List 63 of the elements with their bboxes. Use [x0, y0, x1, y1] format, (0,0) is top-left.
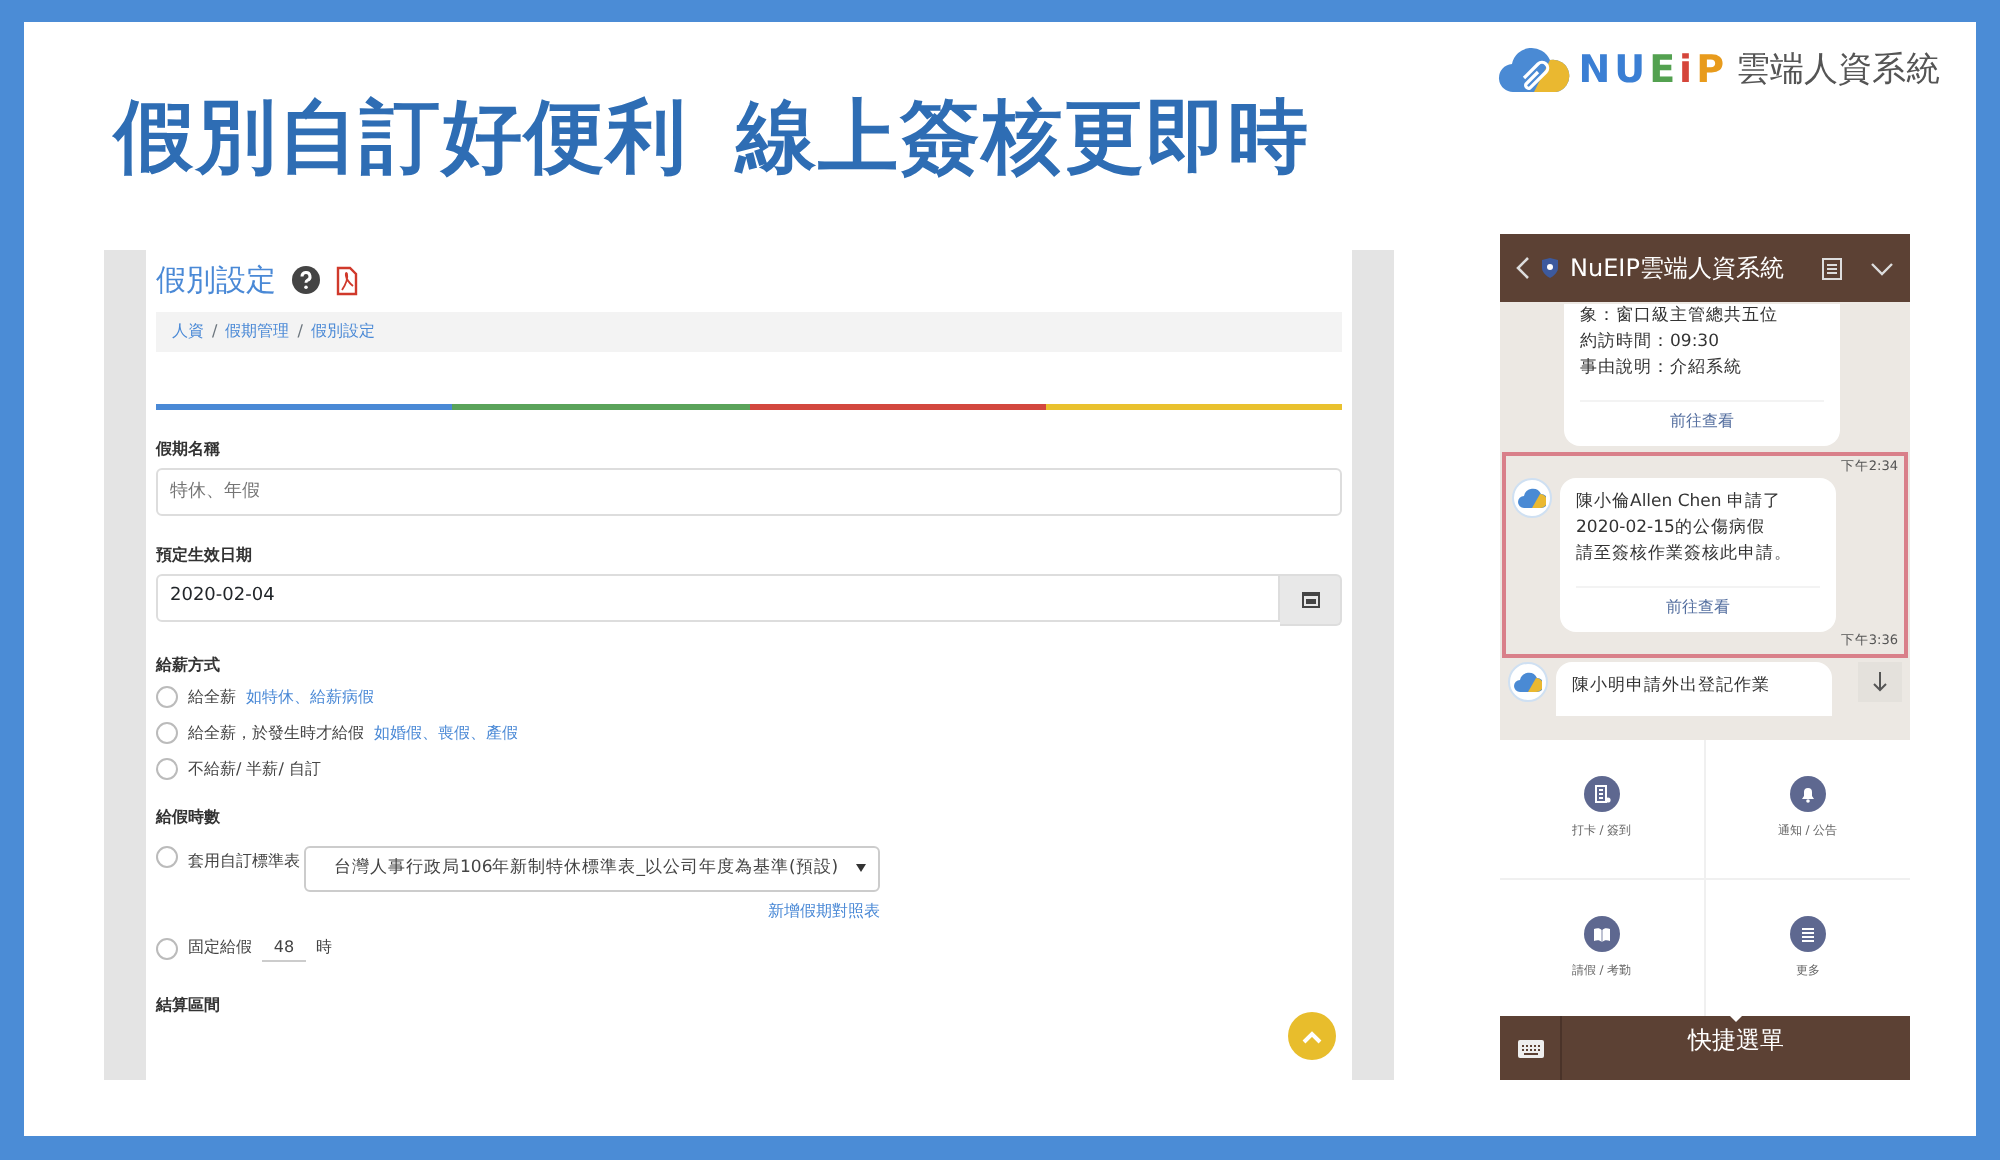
hint-link[interactable]: 如特休、給薪病假: [246, 685, 374, 709]
chevron-down-icon[interactable]: [1870, 261, 1894, 275]
caret-icon: [856, 864, 866, 872]
menu-title[interactable]: 快捷選單: [1688, 1022, 1784, 1058]
option-label: 不給薪/ 半薪/ 自訂: [188, 757, 321, 781]
field-label: 預定生效日期: [156, 543, 254, 567]
message-line: 陳小明申請外出登記作業: [1572, 674, 1772, 700]
radio-button[interactable]: [156, 686, 178, 708]
message-line: 請至簽核作業簽核此申請。: [1576, 541, 1794, 567]
keyboard-icon[interactable]: [1517, 1039, 1543, 1057]
view-link[interactable]: 前往查看: [1576, 586, 1820, 629]
message-line: 事由說明：介紹系統: [1580, 355, 1744, 381]
chat-title: NuEIP雲端人資系統: [1570, 252, 1786, 286]
field-label: 結算區間: [156, 993, 222, 1017]
add-table-link[interactable]: 新增假期對照表: [304, 899, 880, 923]
bell-icon: [1789, 776, 1826, 813]
bot-avatar-icon: [1508, 662, 1548, 702]
cloud-logo-icon: [1498, 46, 1571, 95]
breadcrumb-link[interactable]: 假別設定: [310, 319, 375, 343]
book-icon: [1583, 915, 1620, 952]
view-link[interactable]: 前往查看: [1580, 400, 1824, 443]
breadcrumb-separator: /: [297, 319, 303, 343]
field-label: 給薪方式: [156, 653, 222, 677]
radio-button[interactable]: [156, 722, 178, 744]
unit-label: 時: [316, 936, 332, 960]
option-label: 固定給假: [188, 936, 252, 960]
message-line: 陳小倫Allen Chen 申請了: [1576, 490, 1783, 516]
breadcrumb-link[interactable]: 人資: [172, 319, 204, 343]
radio-button[interactable]: [156, 758, 178, 780]
back-icon[interactable]: [1516, 256, 1530, 280]
hint-link[interactable]: 如婚假、喪假、產假: [374, 721, 518, 745]
shield-icon: [1542, 258, 1558, 278]
breadcrumb-separator: /: [212, 319, 218, 343]
logo-text: 雲端人資系統: [1736, 47, 1940, 93]
note-icon[interactable]: [1822, 257, 1842, 279]
select-dropdown[interactable]: 台灣人事行政局106年新制特休標準表_以公司年度為基準(預設): [304, 845, 880, 891]
option-label: 給全薪，於發生時才給假: [188, 721, 364, 745]
arrow-down-icon: [1872, 672, 1888, 692]
message-line: 象：窗口級主管總共五位: [1580, 304, 1780, 330]
field-label: 假期名稱: [156, 437, 222, 461]
calendar-icon: [1301, 590, 1319, 608]
message-line: 2020-02-15的公傷病假: [1576, 515, 1767, 541]
chevron-up-icon: [1302, 1029, 1322, 1043]
option-label: 給全薪: [188, 685, 236, 709]
field-label: 給假時數: [156, 805, 222, 829]
bot-avatar-icon: [1512, 478, 1552, 518]
option-label: 套用自訂標準表: [188, 849, 300, 873]
headline: 假別自訂好便利: [114, 98, 688, 178]
breadcrumb-link[interactable]: 假期管理: [225, 319, 290, 343]
headline: 線上簽核更即時: [736, 98, 1310, 178]
building-icon: [1583, 776, 1620, 813]
list-icon: [1789, 915, 1826, 952]
hours-input[interactable]: 48: [262, 935, 306, 961]
message-line: 約訪時間：09:30: [1580, 329, 1721, 355]
page-title: 假別設定: [156, 260, 276, 302]
date-input[interactable]: 2020-02-04: [156, 573, 1280, 621]
calendar-button[interactable]: [1280, 573, 1342, 625]
help-icon[interactable]: [292, 266, 320, 295]
scroll-down-button[interactable]: [1858, 662, 1902, 702]
name-input[interactable]: 特休、年假: [156, 467, 1342, 515]
radio-button[interactable]: [156, 845, 178, 867]
pdf-icon[interactable]: [336, 265, 358, 296]
radio-button[interactable]: [156, 937, 178, 959]
